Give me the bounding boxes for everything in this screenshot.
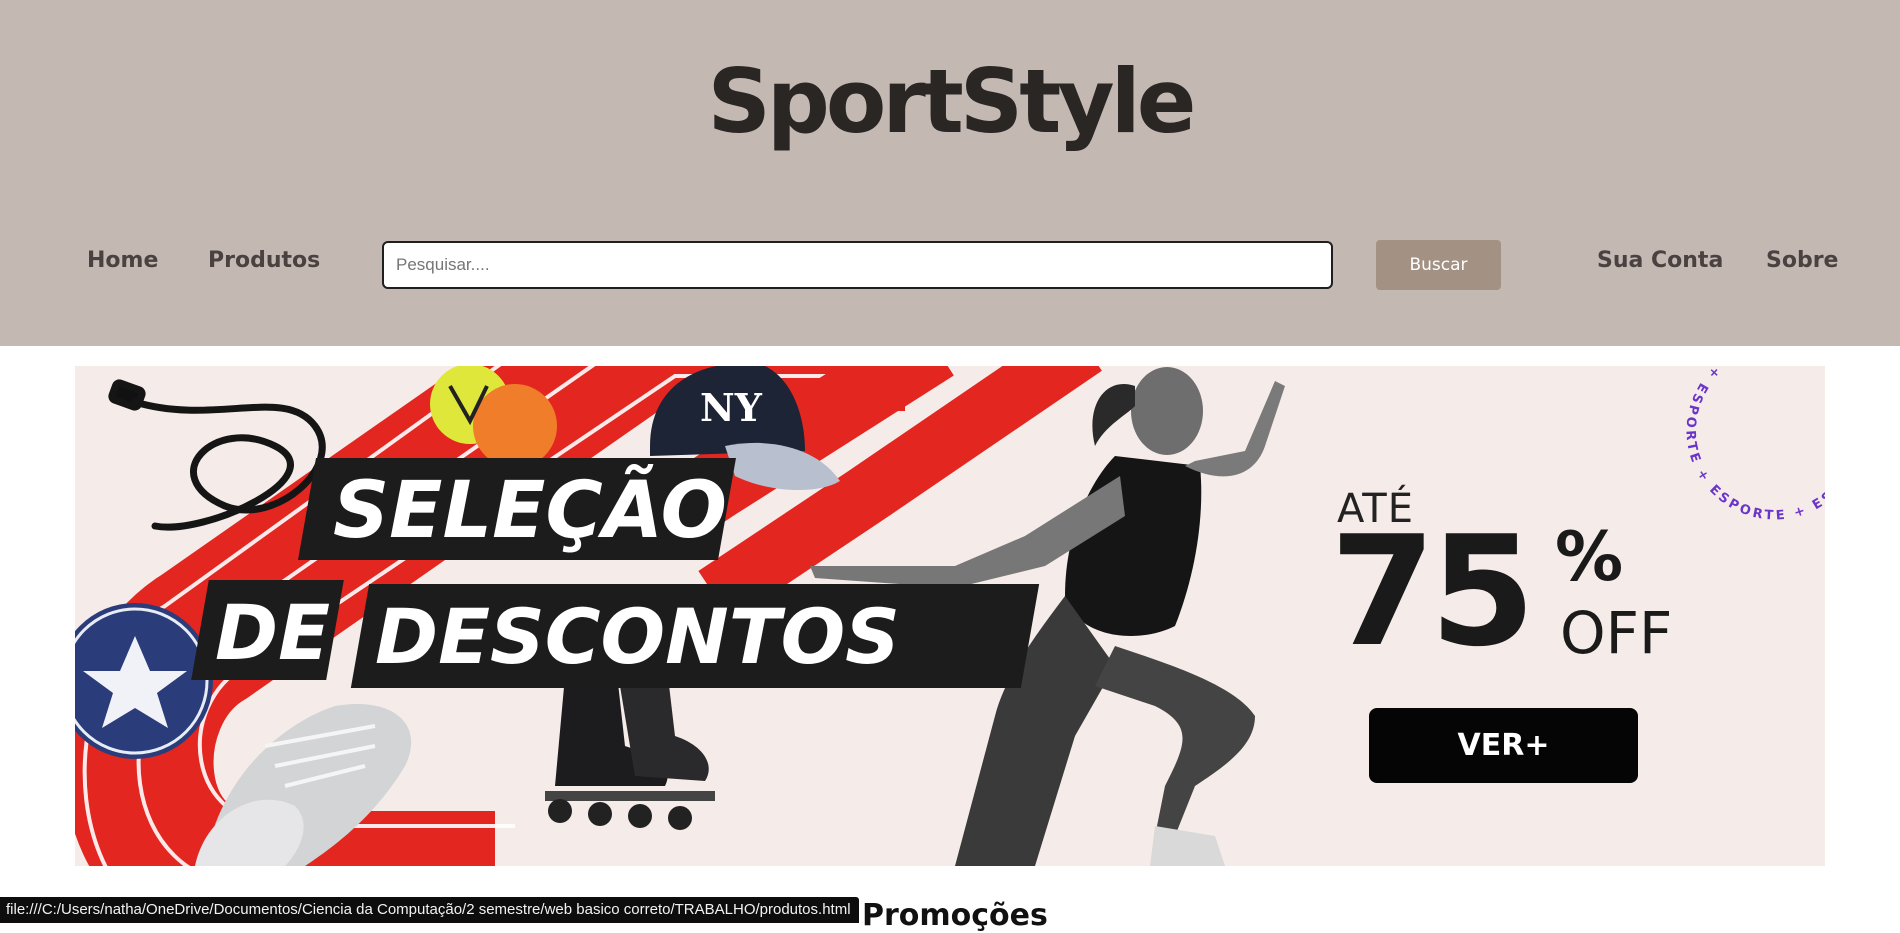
ver-mais-button[interactable]: VER+ — [1369, 708, 1638, 783]
promo-banner[interactable]: NY + ESPORTE + ESPORTE + SELEÇÃO DE DESC… — [75, 366, 1825, 866]
nav-home[interactable]: Home — [87, 248, 158, 273]
nav-sua-conta[interactable]: Sua Conta — [1597, 248, 1723, 273]
site-header: SportStyle Home Produtos Buscar Sua Cont… — [0, 0, 1900, 346]
headline-line-1: SELEÇÃO — [333, 466, 727, 556]
headline-line-2b: DESCONTOS — [375, 592, 900, 681]
browser-status-bar: file:///C:/Users/natha/OneDrive/Document… — [0, 897, 859, 923]
discount-suffix: OFF — [1560, 599, 1673, 667]
nav-produtos[interactable]: Produtos — [208, 248, 320, 273]
svg-text:NY: NY — [700, 385, 763, 430]
discount-percent-sign: % — [1555, 518, 1624, 597]
search-input[interactable] — [382, 241, 1333, 289]
nav-sobre[interactable]: Sobre — [1766, 248, 1838, 273]
section-title-promocoes: Promoções — [862, 898, 1048, 933]
search-button[interactable]: Buscar — [1376, 240, 1501, 290]
site-logo[interactable]: SportStyle — [0, 50, 1900, 153]
headline-line-2a: DE — [215, 588, 331, 677]
discount-number: 75 — [1330, 503, 1536, 680]
